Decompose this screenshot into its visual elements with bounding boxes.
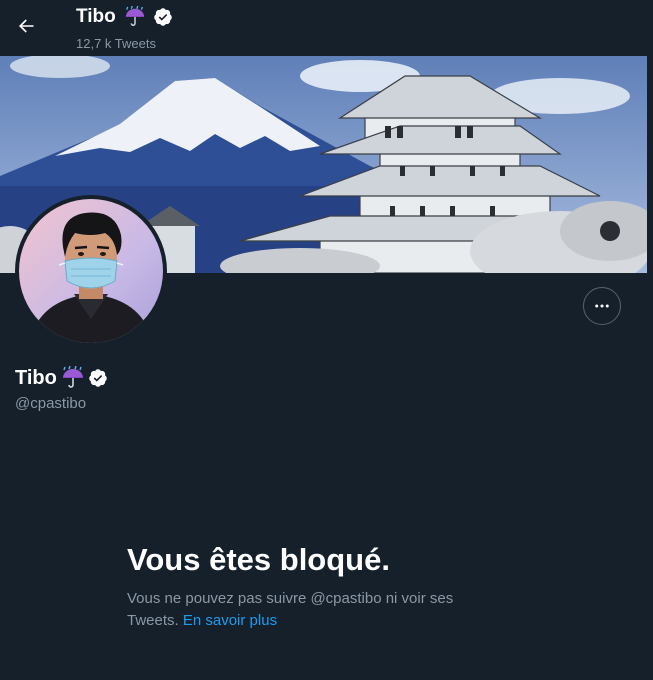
back-button[interactable] <box>10 10 42 42</box>
blocked-notice: Vous êtes bloqué. Vous ne pouvez pas sui… <box>127 540 527 632</box>
avatar-image <box>19 199 163 343</box>
header-name: Tibo <box>76 6 116 27</box>
learn-more-link[interactable]: En savoir plus <box>183 612 277 629</box>
more-options-button[interactable] <box>583 287 621 325</box>
umbrella-with-rain-icon <box>124 6 146 28</box>
arrow-left-icon <box>19 19 34 33</box>
more-horizontal-icon <box>595 304 609 308</box>
profile-name: Tibo <box>15 366 108 390</box>
avatar[interactable] <box>19 199 163 343</box>
avatar-container <box>15 195 167 347</box>
header-title: Tibo <box>76 6 173 28</box>
umbrella-with-rain-icon <box>61 366 85 390</box>
verified-badge-icon <box>153 7 173 27</box>
verified-badge-icon <box>88 368 108 388</box>
top-bar: Tibo 12,7 k Tweets <box>0 0 653 56</box>
blocked-title: Vous êtes bloqué. <box>127 542 390 577</box>
blocked-description-text: Vous ne pouvez pas suivre @cpastibo ni v… <box>127 590 454 629</box>
profile-handle: @cpastibo <box>15 395 87 412</box>
tweet-count: 12,7 k Tweets <box>76 36 156 51</box>
profile-name-text: Tibo <box>15 366 57 389</box>
blocked-description: Vous ne pouvez pas suivre @cpastibo ni v… <box>127 588 497 632</box>
